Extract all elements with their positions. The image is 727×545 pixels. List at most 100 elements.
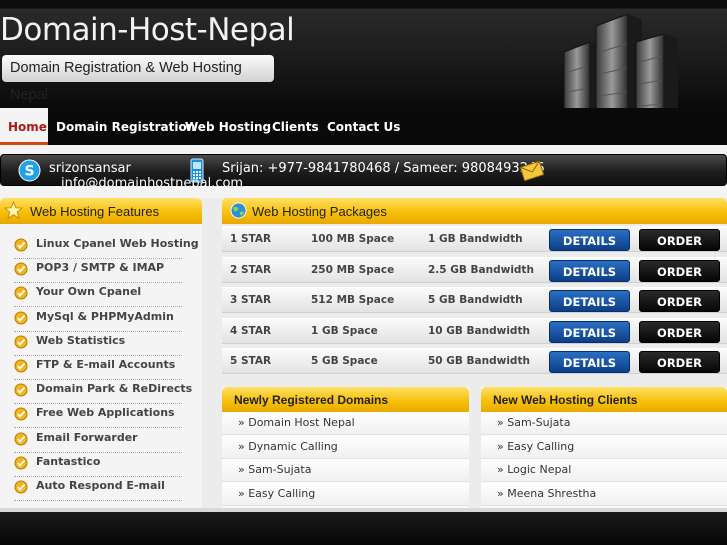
feature-label: Auto Respond E-mail: [36, 479, 165, 492]
package-row: 3 STAR 512 MB Space 5 GB Bandwidth DETAILS O…: [222, 287, 727, 314]
details-button[interactable]: DETAILS: [549, 259, 630, 282]
package-name: 2 STAR: [230, 263, 272, 276]
package-name: 1 STAR: [230, 233, 272, 245]
feature-label: MySql & PHPMyAdmin: [36, 309, 174, 323]
feature-item: POP3 / SMTP & IMAP: [14, 259, 182, 284]
feature-label: Domain Park & ReDirects: [36, 382, 193, 396]
package-row: 5 STAR 5 GB Space 50 GB Bandwidth DETAILS OR…: [222, 348, 727, 375]
package-space: 1 GB Space: [311, 324, 378, 337]
package-bandwidth: 10 GB Bandwidth: [428, 324, 530, 337]
feature-item: MySql & PHPMyAdmin: [14, 308, 182, 332]
site-tagline: Domain Registration & Web Hosting Nepal: [2, 55, 274, 103]
main-nav: Home Domain Registration Web Hosting Cli…: [0, 108, 727, 145]
package-row: 1 STAR 100 MB Space 1 GB Bandwidth DETAILS O…: [222, 226, 727, 252]
feature-item: Free Web Applications: [14, 404, 182, 429]
package-row: 2 STAR 250 MB Space 2.5 GB Bandwidth DETAIL…: [222, 256, 727, 283]
skype-id[interactable]: srizonsansar: [49, 161, 131, 176]
domain-link-label[interactable]: » Sam-Sujata: [238, 463, 311, 476]
client-link[interactable]: » Meena Shrestha: [481, 482, 727, 506]
feature-item: Auto Respond E-mail: [14, 477, 182, 501]
check-icon: [14, 286, 28, 300]
nav-domain-registration[interactable]: Domain Registration: [56, 108, 195, 145]
package-name: 4 STAR: [230, 324, 272, 337]
check-icon: [14, 311, 28, 325]
skype-icon: S: [18, 159, 41, 182]
package-bandwidth: 5 GB Bandwidth: [428, 294, 523, 307]
feature-item: Linux Cpanel Web Hosting: [14, 235, 199, 259]
features-title: Web Hosting Features: [30, 204, 160, 219]
check-icon: [14, 262, 28, 276]
package-space: 100 MB Space: [311, 233, 395, 245]
check-icon: [14, 407, 28, 421]
domain-link-label[interactable]: » Easy Calling: [238, 487, 315, 500]
check-icon: [14, 432, 28, 446]
domain-link-label[interactable]: » Dynamic Calling: [238, 440, 338, 453]
client-link-label[interactable]: » Easy Calling: [497, 440, 574, 453]
feature-label: FTP & E-mail Accounts: [36, 358, 176, 371]
feature-label: Web Statistics: [36, 333, 126, 347]
contact-bar: S srizonsansar Srijan: +977-9841780468 /…: [0, 154, 727, 191]
package-row: 4 STAR 1 GB Space 10 GB Bandwidth DETAILS OR…: [222, 317, 727, 344]
feature-label: Fantastico: [36, 454, 101, 468]
nav-contact-us[interactable]: Contact Us: [327, 108, 400, 145]
spacer: [0, 186, 727, 198]
feature-item: Domain Park & ReDirects: [14, 380, 192, 405]
packages-panel: Web Hosting Packages 1 STAR 100 MB Space 1…: [222, 198, 727, 380]
order-button[interactable]: ORDER: [639, 259, 720, 282]
nav-home[interactable]: Home: [0, 108, 48, 145]
feature-label: POP3 / SMTP & IMAP: [36, 261, 165, 275]
feature-item: Web Statistics: [14, 332, 182, 356]
details-button[interactable]: DETAILS: [549, 229, 630, 251]
package-space: 5 GB Space: [311, 355, 378, 368]
features-panel: Web Hosting Features Linux Cpanel Web Ho…: [0, 198, 202, 508]
client-link[interactable]: » Logic Nepal: [481, 459, 727, 482]
feature-label: Your Own Cpanel: [36, 285, 142, 299]
domain-link[interactable]: » Domain Host Nepal: [222, 412, 469, 435]
site-footer: [0, 508, 727, 545]
package-space: 512 MB Space: [311, 294, 395, 307]
feature-item: Email Forwarder: [14, 429, 182, 453]
client-link[interactable]: » Easy Calling: [481, 435, 727, 459]
globe-icon: [230, 202, 247, 219]
check-icon: [14, 480, 28, 494]
package-bandwidth: 2.5 GB Bandwidth: [428, 263, 534, 276]
feature-label: Email Forwarder: [36, 430, 138, 444]
client-link-label[interactable]: » Meena Shrestha: [497, 487, 596, 500]
features-header: Web Hosting Features: [0, 198, 202, 224]
packages-title: Web Hosting Packages: [252, 204, 387, 219]
phone-numbers: Srijan: +977-9841780468 / Sameer: 980849…: [222, 161, 545, 176]
feature-item: Fantastico: [14, 453, 182, 477]
details-button[interactable]: DETAILS: [549, 320, 630, 343]
package-space: 250 MB Space: [311, 263, 395, 276]
client-link-label[interactable]: » Sam-Sujata: [497, 416, 570, 429]
spacer: [0, 145, 727, 154]
check-icon: [14, 456, 28, 470]
nav-clients[interactable]: Clients: [272, 108, 319, 145]
site-title[interactable]: Domain-Host-Nepal: [0, 12, 295, 48]
client-link-label[interactable]: » Logic Nepal: [497, 463, 571, 476]
order-button[interactable]: ORDER: [639, 320, 720, 343]
package-name: 5 STAR: [230, 355, 272, 368]
domains-panel: Newly Registered Domains » Domain Host N…: [222, 387, 469, 508]
domain-link-label[interactable]: » Domain Host Nepal: [238, 416, 355, 429]
order-button[interactable]: ORDER: [639, 229, 720, 251]
domain-link[interactable]: » Sam-Sujata: [222, 459, 469, 482]
order-button[interactable]: ORDER: [639, 351, 720, 374]
package-name: 3 STAR: [230, 294, 272, 307]
client-link[interactable]: » Sam-Sujata: [481, 412, 727, 435]
feature-item: Your Own Cpanel: [14, 283, 182, 308]
details-button[interactable]: DETAILS: [549, 290, 630, 313]
package-bandwidth: 50 GB Bandwidth: [428, 355, 530, 368]
star-icon: [4, 201, 23, 220]
order-button[interactable]: ORDER: [639, 290, 720, 313]
domain-link[interactable]: » Easy Calling: [222, 482, 469, 506]
details-button[interactable]: DETAILS: [549, 351, 630, 374]
domain-link[interactable]: » Dynamic Calling: [222, 435, 469, 459]
nav-web-hosting[interactable]: Web Hosting: [185, 108, 271, 145]
feature-label: Free Web Applications: [36, 406, 175, 420]
svg-text:S: S: [24, 164, 34, 180]
check-icon: [14, 238, 28, 252]
clients-panel: New Web Hosting Clients » Sam-Sujata » Ea…: [481, 387, 727, 508]
package-bandwidth: 1 GB Bandwidth: [428, 233, 523, 245]
email-envelope-icon: [519, 160, 545, 182]
